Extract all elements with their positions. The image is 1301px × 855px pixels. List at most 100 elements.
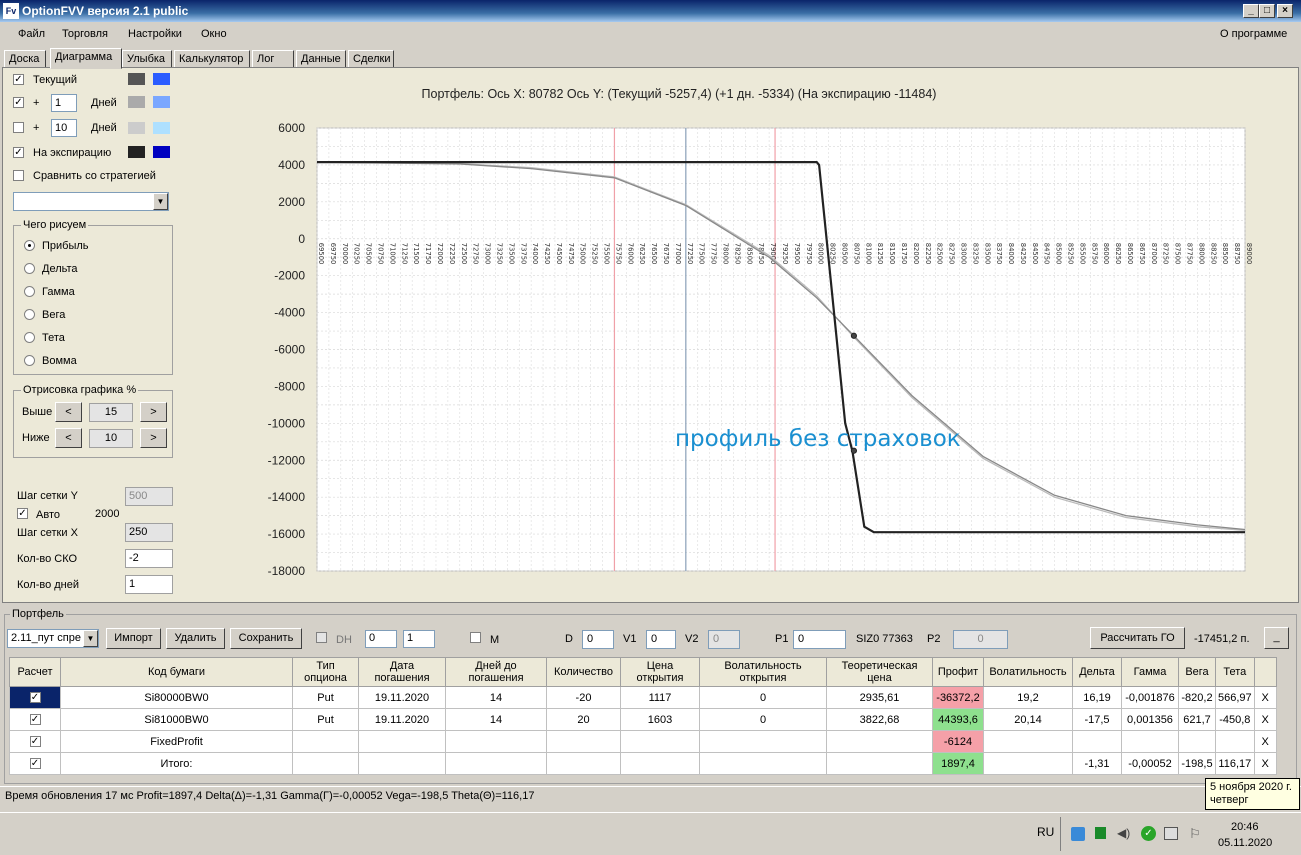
d10-color-swatch-2[interactable] (153, 122, 170, 134)
save-button[interactable]: Сохранить (230, 628, 302, 649)
exp-color-swatch[interactable] (128, 146, 145, 158)
menu-file[interactable]: Файл (18, 28, 45, 40)
menu-about[interactable]: О программе (1220, 28, 1287, 40)
col-header[interactable]: Профит (932, 657, 984, 687)
calc-checkbox[interactable]: ✓ (29, 758, 41, 770)
col-header[interactable]: Волатильность (983, 657, 1073, 687)
close-window-button[interactable]: × (1277, 4, 1293, 18)
dh-stepper-2[interactable]: 1 (403, 630, 435, 648)
table-row[interactable]: ✓ Итого: 1897,4 -1,31 -0,00052 -198,5 116,17 X (9, 752, 1277, 775)
v2-input[interactable]: 0 (708, 630, 740, 649)
p2-input[interactable]: 0 (953, 630, 1008, 649)
app-tray-icon[interactable] (1095, 827, 1106, 839)
portfolio-minimize-button[interactable]: _ (1264, 627, 1289, 649)
tab-data[interactable]: Данные (296, 50, 346, 68)
grid-y-input[interactable]: 500 (125, 487, 173, 506)
dh-checkbox[interactable] (316, 632, 327, 643)
col-header[interactable]: Тип опциона (292, 657, 359, 687)
plus-days-1-checkbox[interactable]: ✓ (13, 97, 24, 108)
below-decrease-button[interactable]: < (55, 428, 82, 448)
m-checkbox[interactable] (470, 632, 481, 643)
col-header[interactable]: Волатильность открытия (699, 657, 827, 687)
d1-color-swatch-2[interactable] (153, 96, 170, 108)
d10-color-swatch[interactable] (128, 122, 145, 134)
calc-checkbox-cell[interactable]: ✓ (9, 730, 61, 753)
col-header[interactable]: Дней до погашения (445, 657, 547, 687)
network-icon[interactable] (1071, 827, 1085, 841)
col-header[interactable]: Цена открытия (620, 657, 700, 687)
remove-row-button[interactable]: X (1253, 686, 1277, 709)
tab-deals[interactable]: Сделки (348, 50, 394, 68)
remove-row-button[interactable]: X (1253, 708, 1277, 731)
import-button[interactable]: Импорт (106, 628, 161, 649)
current-color-swatch[interactable] (128, 73, 145, 85)
calc-checkbox-cell[interactable]: ✓ (9, 752, 61, 775)
clock-date[interactable]: 05.11.2020 (1218, 837, 1272, 849)
radio-profit[interactable] (24, 240, 35, 251)
display-icon[interactable] (1164, 827, 1178, 840)
current-checkbox[interactable]: ✓ (13, 74, 24, 85)
chevron-down-icon[interactable]: ▼ (83, 630, 98, 647)
strategy-select[interactable]: ▼ (13, 192, 169, 211)
calc-go-button[interactable]: Рассчитать ГО (1090, 627, 1185, 649)
col-header[interactable]: Тета (1215, 657, 1255, 687)
compare-checkbox[interactable] (13, 170, 24, 181)
below-increase-button[interactable]: > (140, 428, 167, 448)
tab-board[interactable]: Доска (4, 50, 46, 68)
v1-input[interactable]: 0 (646, 630, 676, 649)
flag-icon[interactable]: ⚐ (1189, 826, 1202, 841)
tab-log[interactable]: Лог (252, 50, 294, 68)
remove-row-button[interactable]: X (1253, 752, 1277, 775)
minimize-window-button[interactable]: _ (1243, 4, 1259, 18)
radio-delta[interactable] (24, 263, 35, 274)
tab-diagram[interactable]: Диаграмма (50, 48, 122, 69)
days-10-input[interactable]: 10 (51, 119, 77, 137)
table-row[interactable]: ✓ Si80000BW0 Put 19.11.2020 14 -20 1117 0 2935,6… (9, 686, 1277, 709)
plus-days-10-checkbox[interactable] (13, 122, 24, 133)
menu-trade[interactable]: Торговля (62, 28, 108, 40)
calc-checkbox-cell[interactable]: ✓ (9, 708, 61, 731)
col-header[interactable]: Теоретическая цена (826, 657, 933, 687)
chevron-down-icon[interactable]: ▼ (153, 193, 168, 210)
language-indicator[interactable]: RU (1037, 825, 1054, 839)
col-header[interactable]: Код бумаги (60, 657, 293, 687)
above-decrease-button[interactable]: < (55, 402, 82, 422)
calc-checkbox[interactable]: ✓ (29, 714, 41, 726)
radio-theta[interactable] (24, 332, 35, 343)
sko-input[interactable]: -2 (125, 549, 173, 568)
d1-color-swatch[interactable] (128, 96, 145, 108)
exp-color-swatch-2[interactable] (153, 146, 170, 158)
current-color-swatch-2[interactable] (153, 73, 170, 85)
calc-checkbox[interactable]: ✓ (29, 736, 41, 748)
col-header[interactable]: Вега (1178, 657, 1216, 687)
col-header[interactable]: Дельта (1072, 657, 1122, 687)
p1-input[interactable]: 0 (793, 630, 846, 649)
days-1-input[interactable]: 1 (51, 94, 77, 112)
col-header[interactable]: Дата погашения (358, 657, 446, 687)
volume-icon[interactable]: ◀) (1117, 827, 1131, 840)
auto-checkbox[interactable]: ✓ (17, 508, 28, 519)
calc-checkbox[interactable]: ✓ (29, 692, 41, 704)
tab-smile[interactable]: Улыбка (122, 50, 172, 68)
profit-chart[interactable]: Портфель: Ось X: 80782 Ось Y: (Текущий -… (250, 70, 1290, 600)
radio-vomma[interactable] (24, 355, 35, 366)
table-row[interactable]: ✓ FixedProfit -6124 X (9, 730, 1277, 753)
table-row[interactable]: ✓ Si81000BW0 Put 19.11.2020 14 20 1603 0 3822,68… (9, 708, 1277, 731)
clock-time[interactable]: 20:46 (1231, 821, 1259, 833)
remove-row-button[interactable]: X (1253, 730, 1277, 753)
calc-checkbox-cell[interactable]: ✓ (9, 686, 61, 709)
menu-settings[interactable]: Настройки (128, 28, 182, 40)
radio-gamma[interactable] (24, 286, 35, 297)
above-increase-button[interactable]: > (140, 402, 167, 422)
grid-x-input[interactable]: 250 (125, 523, 173, 542)
portfolio-select[interactable]: 2.11_пут спре ▼ (7, 629, 99, 648)
days-count-input[interactable]: 1 (125, 575, 173, 594)
delete-button[interactable]: Удалить (166, 628, 225, 649)
expiration-checkbox[interactable]: ✓ (13, 147, 24, 158)
menu-window[interactable]: Окно (201, 28, 227, 40)
col-header[interactable]: Гамма (1121, 657, 1179, 687)
security-icon[interactable]: ✓ (1141, 826, 1156, 841)
tab-calculator[interactable]: Калькулятор (174, 50, 250, 68)
maximize-window-button[interactable]: □ (1259, 4, 1275, 18)
col-header[interactable]: Расчет (9, 657, 61, 687)
